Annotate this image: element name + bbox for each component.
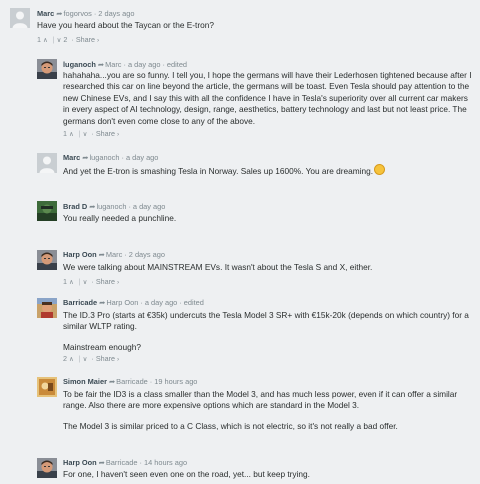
laughing-emoji-icon xyxy=(374,164,386,175)
edited-label: edited xyxy=(166,60,188,69)
comment-header: Brad D ➦luganoch · a day ago xyxy=(63,202,166,211)
comment-header: Simon Maier ➦Barricade · 19 hours ago xyxy=(63,377,198,386)
comment-header: Barricade ➦Harp Oon · a day ago · edited xyxy=(63,298,204,307)
author-name[interactable]: Harp Oon xyxy=(63,250,97,259)
timestamp[interactable]: a day ago xyxy=(133,202,165,211)
upvote-icon[interactable]: ∧ xyxy=(69,279,74,286)
timestamp[interactable]: 14 hours ago xyxy=(144,458,187,467)
comment-body: We were talking about MAINSTREAM EVs. It… xyxy=(63,262,475,273)
comment-actions: 1 ∧ | ∨ · Share › xyxy=(63,277,120,286)
author-name[interactable]: Harp Oon xyxy=(63,458,97,467)
avatar[interactable] xyxy=(37,298,57,318)
avatar[interactable] xyxy=(10,8,30,28)
comment-body: The ID.3 Pro (starts at €35k) undercuts … xyxy=(63,310,475,353)
upvote-count: 1 xyxy=(63,277,67,286)
upvote-count: 1 xyxy=(63,129,67,138)
comment-header: Harp Oon ➦Marc · 2 days ago xyxy=(63,250,165,259)
timestamp[interactable]: 2 days ago xyxy=(98,9,134,18)
share-button[interactable]: Share xyxy=(96,129,115,138)
comment-text: To be fair the ID3 is a class smaller th… xyxy=(63,389,458,411)
upvote-icon[interactable]: ∧ xyxy=(69,131,74,138)
reply-to-name[interactable]: Barricade xyxy=(106,458,138,467)
upvote-count: 2 xyxy=(63,354,67,363)
author-name[interactable]: Marc xyxy=(37,9,54,18)
share-button[interactable]: Share xyxy=(96,277,115,286)
downvote-icon[interactable]: ∨ xyxy=(83,279,88,286)
reply-to-name[interactable]: Marc xyxy=(105,60,121,69)
downvote-icon[interactable]: ∨ xyxy=(83,131,88,138)
author-name[interactable]: Simon Maier xyxy=(63,377,107,386)
timestamp[interactable]: a day ago xyxy=(126,153,158,162)
timestamp[interactable]: 2 days ago xyxy=(129,250,165,259)
reply-to-name[interactable]: luganoch xyxy=(96,202,126,211)
avatar[interactable] xyxy=(37,458,57,478)
upvote-icon[interactable]: ∧ xyxy=(69,356,74,363)
downvote-icon[interactable]: ∨ xyxy=(83,356,88,363)
reply-to-name[interactable]: Barricade xyxy=(116,377,148,386)
comment-text: hahahaha...you are so funny. I tell you,… xyxy=(63,70,472,126)
reply-to-name[interactable]: luganoch xyxy=(89,153,119,162)
comment-body: Have you heard about the Taycan or the E… xyxy=(37,20,449,31)
reply-to-name[interactable]: Harp Oon xyxy=(106,298,138,307)
upvote-icon[interactable]: ∧ xyxy=(43,37,48,44)
comment-text: For one, I haven't seen even one on the … xyxy=(63,469,310,479)
reply-to-name[interactable]: Marc xyxy=(106,250,122,259)
edited-label: edited xyxy=(183,298,204,307)
share-button[interactable]: Share xyxy=(76,35,95,44)
chevron-right-icon: › xyxy=(117,356,120,363)
comment-text: The Model 3 is similar priced to a C Cla… xyxy=(63,420,398,431)
comment-header: luganoch ➦Marc · a day ago · edited xyxy=(63,60,188,69)
comment-text: Mainstream enough? xyxy=(63,341,141,352)
comment-body: And yet the E-tron is smashing Tesla in … xyxy=(63,164,475,177)
author-name[interactable]: Marc xyxy=(63,153,80,162)
avatar[interactable] xyxy=(37,201,57,221)
comment-header: Harp Oon ➦Barricade · 14 hours ago xyxy=(63,458,188,467)
chevron-right-icon: › xyxy=(117,131,120,138)
reply-arrow-icon: ➦ xyxy=(89,202,96,211)
timestamp[interactable]: 19 hours ago xyxy=(154,377,197,386)
timestamp[interactable]: a day ago xyxy=(128,60,160,69)
downvote-count: 2 xyxy=(63,35,68,44)
chevron-right-icon: › xyxy=(117,279,120,286)
avatar[interactable] xyxy=(37,250,57,270)
comment-text: Have you heard about the Taycan or the E… xyxy=(37,20,214,30)
avatar[interactable] xyxy=(37,59,57,79)
comment-text: And yet the E-tron is smashing Tesla in … xyxy=(63,166,374,176)
comment-actions: 1 ∧ | ∨ · Share › xyxy=(63,129,120,138)
comment-body: You really needed a punchline. xyxy=(63,213,475,224)
avatar[interactable] xyxy=(37,377,57,397)
reply-arrow-icon: ➦ xyxy=(97,60,105,69)
chevron-right-icon: › xyxy=(97,37,100,44)
reply-arrow-icon: ➦ xyxy=(98,250,105,259)
comment-header: Marc ➦fogorvos · 2 days ago xyxy=(37,9,135,18)
reply-arrow-icon: ➦ xyxy=(56,9,63,18)
reply-arrow-icon: ➦ xyxy=(82,153,89,162)
comment-body: For one, I haven't seen even one on the … xyxy=(63,469,475,480)
reply-arrow-icon: ➦ xyxy=(98,458,105,467)
comment-body: To be fair the ID3 is a class smaller th… xyxy=(63,389,475,432)
upvote-count: 1 xyxy=(37,35,41,44)
author-name[interactable]: Brad D xyxy=(63,202,87,211)
reply-arrow-icon: ➦ xyxy=(99,298,106,307)
comment-text: The ID.3 Pro (starts at €35k) undercuts … xyxy=(63,310,469,332)
timestamp[interactable]: a day ago xyxy=(145,298,177,307)
reply-to-name[interactable]: fogorvos xyxy=(63,9,91,18)
reply-arrow-icon: ➦ xyxy=(108,377,116,386)
comment-actions: 2 ∧ | ∨ · Share › xyxy=(63,354,120,363)
comment-header: Marc ➦luganoch · a day ago xyxy=(63,153,159,162)
avatar[interactable] xyxy=(37,153,57,173)
comment-actions: 1 ∧ | ∨ 2 · Share › xyxy=(37,35,100,44)
share-button[interactable]: Share xyxy=(96,354,115,363)
comment-text: You really needed a punchline. xyxy=(63,213,177,223)
comment-body: hahahaha...you are so funny. I tell you,… xyxy=(63,70,475,127)
comment-thread: Marc ➦fogorvos · 2 days ago Have you heard … xyxy=(0,0,480,484)
comment-text: We were talking about MAINSTREAM EVs. It… xyxy=(63,262,373,272)
author-name[interactable]: Barricade xyxy=(63,298,97,307)
downvote-icon[interactable]: ∨ xyxy=(57,37,62,44)
author-name[interactable]: luganoch xyxy=(63,60,96,69)
